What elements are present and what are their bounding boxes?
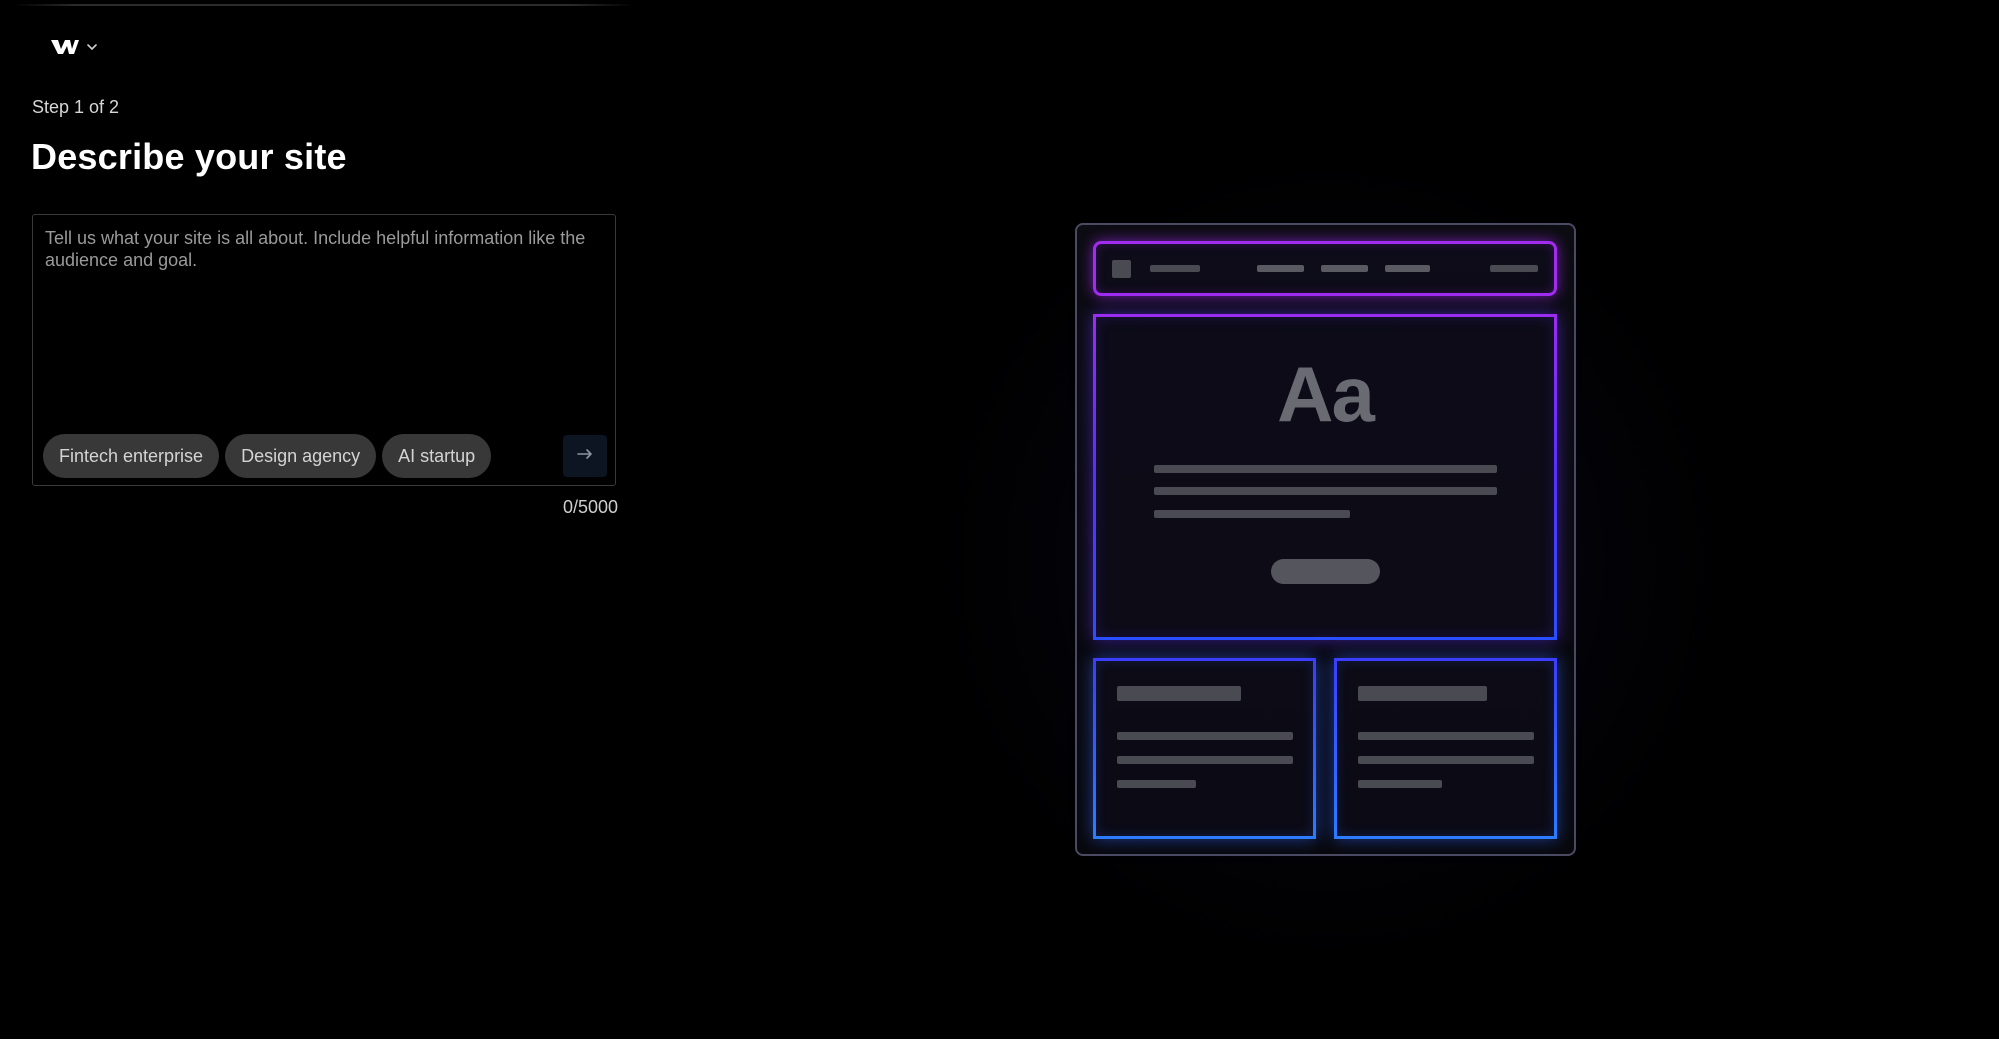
suggestion-chip-fintech-enterprise[interactable]: Fintech enterprise xyxy=(43,434,220,478)
wireframe-hero-line xyxy=(1154,510,1350,518)
wireframe-card-line xyxy=(1117,756,1293,764)
onboarding-page: Step 1 of 2 Describe your site Fintech e… xyxy=(0,0,1999,1041)
suggestion-chip-design-agency[interactable]: Design agency xyxy=(225,434,377,478)
wireframe-card-title xyxy=(1358,686,1487,701)
page-title: Describe your site xyxy=(31,136,347,177)
wireframe-hero-heading: Aa xyxy=(1277,350,1375,438)
wireframe-hero-button xyxy=(1271,559,1380,584)
wireframe-nav-link xyxy=(1321,265,1368,272)
arrow-right-icon xyxy=(576,447,594,465)
wireframe-card-title xyxy=(1117,686,1241,701)
wireframe-nav-cta xyxy=(1490,265,1538,272)
suggestion-chips: Fintech enterprise Design agency AI star… xyxy=(43,434,492,478)
suggestion-chip-ai-startup[interactable]: AI startup xyxy=(382,434,492,478)
wireframe-card-line xyxy=(1358,756,1534,764)
wireframe-nav-link xyxy=(1257,265,1304,272)
wireframe-hero-line xyxy=(1154,465,1497,473)
character-count: 0/5000 xyxy=(562,497,618,517)
wireframe-nav-link xyxy=(1385,265,1430,272)
wireframe-hero-line xyxy=(1154,487,1497,495)
site-description-box: Fintech enterprise Design agency AI star… xyxy=(32,214,616,486)
step-indicator: Step 1 of 2 xyxy=(32,97,120,117)
workspace-switcher[interactable] xyxy=(50,38,98,56)
site-description-input[interactable] xyxy=(45,227,603,417)
webflow-logo-icon xyxy=(50,38,80,56)
wireframe-nav-logo xyxy=(1112,260,1131,278)
chevron-down-icon xyxy=(86,43,98,51)
panel-top-divider xyxy=(14,4,634,6)
submit-button[interactable] xyxy=(563,435,607,477)
wireframe-card-line xyxy=(1117,780,1196,788)
wireframe-card-line xyxy=(1358,780,1442,788)
wireframe-card-line xyxy=(1117,732,1293,740)
wireframe-nav-brand xyxy=(1150,265,1200,272)
wireframe-card-line xyxy=(1358,732,1534,740)
